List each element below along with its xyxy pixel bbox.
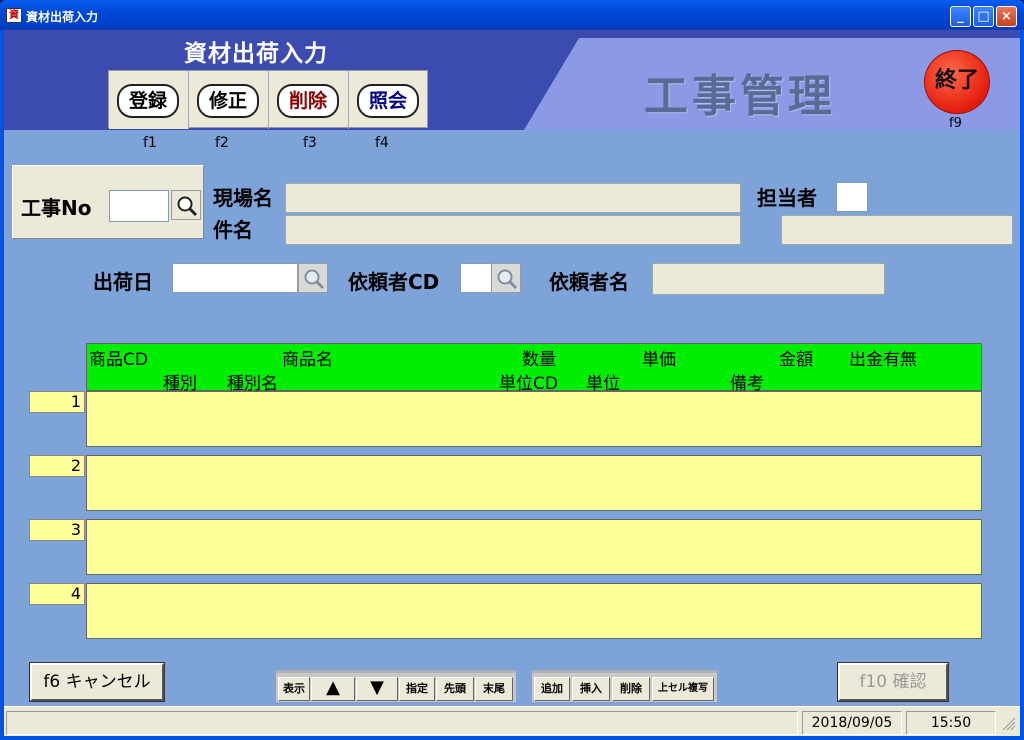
tanto-code-input[interactable]	[836, 182, 868, 212]
register-mode-button[interactable]: 登録	[109, 71, 189, 129]
koji-search-button[interactable]	[171, 190, 201, 220]
shukka-date-input[interactable]	[172, 263, 298, 293]
insert-row-button[interactable]: 挿入	[572, 677, 610, 701]
fkey-f9: f9	[949, 116, 962, 131]
shukka-date-search-button[interactable]	[298, 263, 328, 293]
screen-title: 資材出荷入力	[184, 41, 328, 67]
window-title: 資材出荷入力	[26, 10, 99, 24]
irai-search-button[interactable]	[491, 263, 521, 293]
status-time: 15:50	[906, 711, 996, 735]
genba-field[interactable]	[285, 183, 741, 213]
grid-row[interactable]	[86, 583, 982, 639]
delete-row-button[interactable]: 削除	[612, 677, 650, 701]
specify-button[interactable]: 指定	[399, 677, 435, 701]
app-icon: 資	[6, 8, 22, 23]
col-payment-flag: 出金有無	[849, 350, 917, 370]
delete-mode-button[interactable]: 削除	[269, 71, 349, 129]
col-unit-price: 単価	[642, 350, 676, 370]
minimize-button[interactable]: _	[950, 6, 971, 27]
fkey-f4: f4	[375, 135, 389, 151]
copy-above-button[interactable]: 上セル複写	[652, 677, 714, 701]
client-area: 資材出荷入力 工事管理 登録 修正 削除 照会 f1 f2 f3 f4 終了 f…	[4, 30, 1020, 736]
search-icon	[497, 269, 518, 290]
status-date: 2018/09/05	[802, 711, 902, 735]
shukka-date-label: 出荷日	[93, 270, 153, 294]
up-arrow-icon[interactable]: ▲	[311, 677, 355, 701]
add-row-button[interactable]: 追加	[534, 677, 570, 701]
row-number: 2	[29, 455, 85, 477]
genba-label: 現場名	[213, 186, 273, 210]
register-label: 登録	[117, 84, 179, 118]
module-title: 工事管理	[644, 71, 836, 122]
status-bar: 2018/09/05 15:50	[4, 706, 1020, 736]
grid-row[interactable]	[86, 519, 982, 575]
tanto-label: 担当者	[757, 186, 817, 210]
down-arrow-icon[interactable]: ▼	[356, 677, 398, 701]
navigation-toolbar: 表示 ▲ ▼ 指定 先頭 末尾	[276, 670, 516, 702]
kenmei-label: 件名	[213, 218, 253, 242]
delete-label: 削除	[277, 84, 339, 118]
exit-button[interactable]: 終了	[924, 50, 990, 114]
edit-mode-button[interactable]: 修正	[189, 71, 269, 129]
grid-header: 商品CD 商品名 数量 単価 金額 出金有無 種別 種別名 単位CD 単位 備考	[86, 343, 982, 394]
row-number: 1	[29, 391, 85, 413]
resize-grip-icon[interactable]	[1000, 715, 1018, 735]
grid-row[interactable]	[86, 391, 982, 447]
app-window: 資 資材出荷入力 _ □ × 資材出荷入力 工事管理 登録 修正 削除 照会 f…	[0, 0, 1024, 740]
col-product-name: 商品名	[282, 350, 333, 370]
last-button[interactable]: 末尾	[475, 677, 513, 701]
fkey-f2: f2	[215, 135, 229, 151]
title-bar[interactable]: 資 資材出荷入力 _ □ ×	[0, 0, 1024, 30]
inquiry-label: 照会	[357, 84, 419, 118]
maximize-button[interactable]: □	[973, 6, 994, 27]
edit-label: 修正	[197, 84, 259, 118]
cancel-button[interactable]: f6 キャンセル	[29, 662, 165, 702]
fkey-f1: f1	[143, 135, 157, 151]
display-button[interactable]: 表示	[278, 677, 310, 701]
search-icon	[177, 196, 198, 217]
confirm-button[interactable]: f10 確認	[837, 662, 949, 702]
col-amount: 金額	[779, 350, 813, 370]
row-number: 4	[29, 583, 85, 605]
mode-toolbar: 登録 修正 削除 照会	[108, 70, 429, 129]
row-edit-toolbar: 追加 挿入 削除 上セル複写	[532, 670, 717, 702]
fkey-f3: f3	[303, 135, 317, 151]
kenmei-field[interactable]	[285, 215, 741, 245]
inquiry-mode-button[interactable]: 照会	[349, 71, 429, 129]
search-icon	[304, 269, 325, 290]
col-quantity: 数量	[522, 350, 556, 370]
irai-cd-input[interactable]	[460, 263, 492, 293]
irai-name-label: 依頼者名	[549, 270, 629, 294]
koji-no-label: 工事No	[21, 196, 92, 220]
close-button[interactable]: ×	[996, 6, 1017, 27]
tanto-name-field[interactable]	[781, 215, 1013, 245]
irai-cd-label: 依頼者CD	[348, 270, 440, 294]
col-product-cd: 商品CD	[89, 350, 148, 370]
koji-no-panel: 工事No	[12, 165, 204, 239]
koji-no-input[interactable]	[109, 190, 169, 222]
row-number: 3	[29, 519, 85, 541]
irai-name-field[interactable]	[652, 263, 885, 295]
grid-row[interactable]	[86, 455, 982, 511]
first-button[interactable]: 先頭	[436, 677, 474, 701]
status-message	[6, 711, 798, 735]
